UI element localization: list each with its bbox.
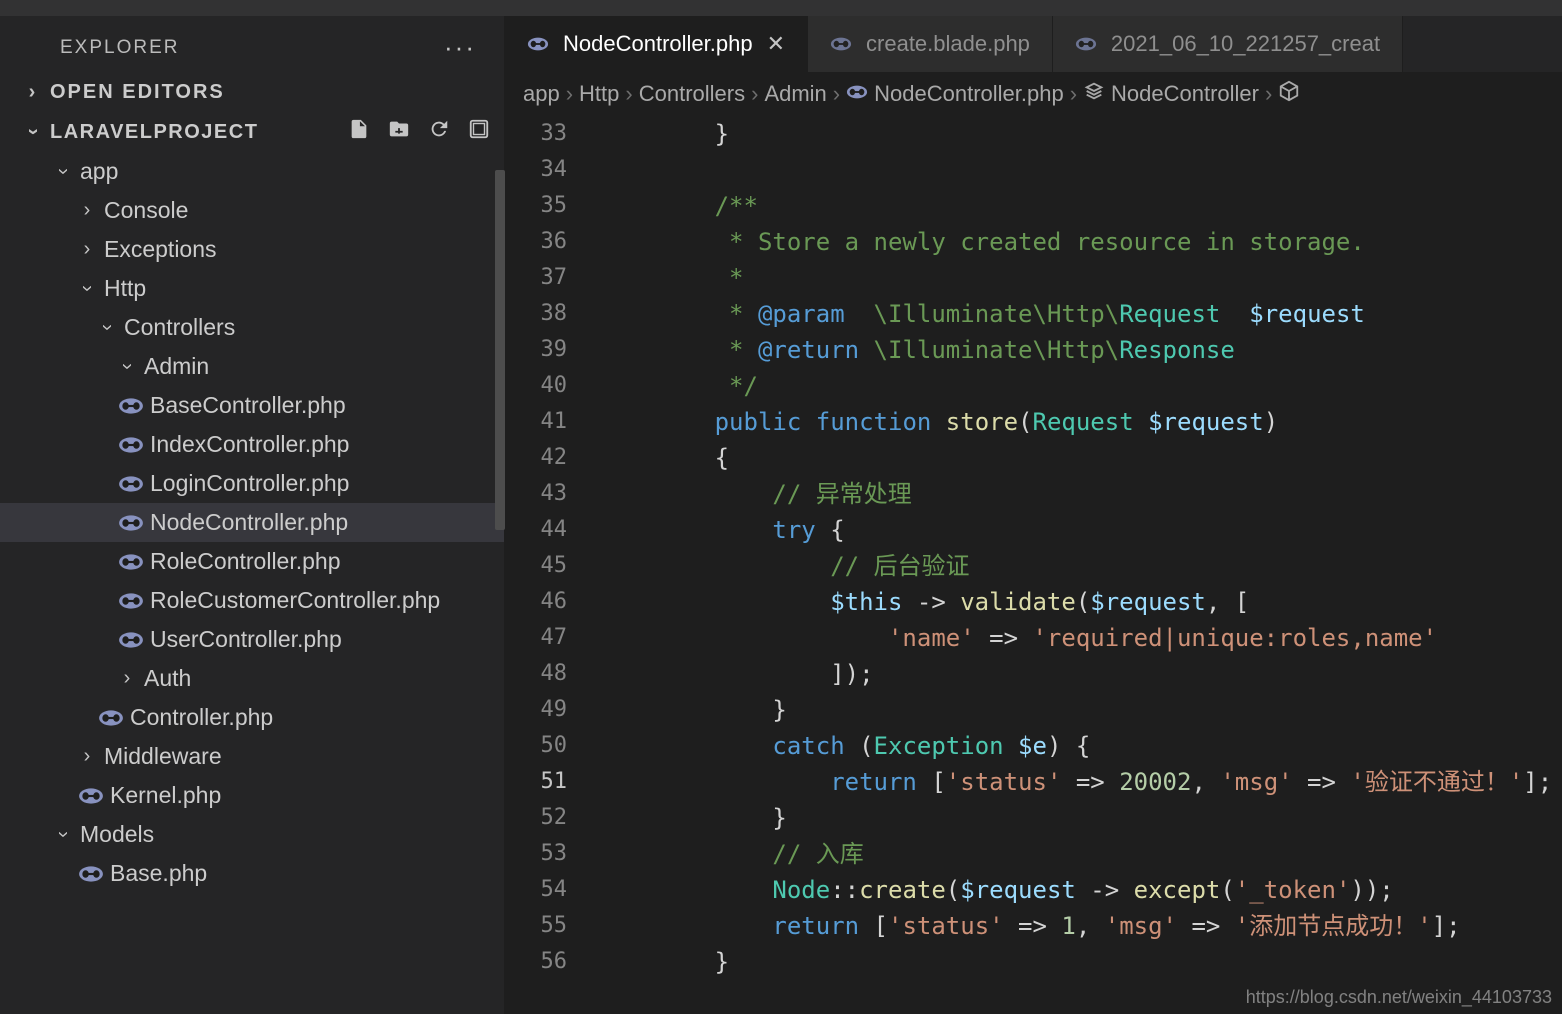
refresh-icon[interactable] xyxy=(428,118,450,146)
sidebar-scrollbar[interactable] xyxy=(495,170,505,530)
collapse-icon[interactable] xyxy=(468,118,490,146)
code-content[interactable]: } /** * Store a newly created resource i… xyxy=(597,116,1562,1014)
tab-nodecontroller[interactable]: NodeController.php ✕ xyxy=(505,16,808,72)
file-usercontroller[interactable]: UserController.php xyxy=(0,620,504,659)
tree-label: Kernel.php xyxy=(110,782,221,809)
php-icon xyxy=(78,864,104,884)
folder-auth[interactable]: › Auth xyxy=(0,659,504,698)
tree-label: UserController.php xyxy=(150,626,342,653)
file-basecontroller[interactable]: BaseController.php xyxy=(0,386,504,425)
breadcrumb-item[interactable]: NodeController.php xyxy=(874,81,1064,107)
php-icon xyxy=(118,630,144,650)
php-icon xyxy=(830,35,852,53)
tab-label: 2021_06_10_221257_creat xyxy=(1111,31,1380,57)
breadcrumb-item[interactable]: Http xyxy=(579,81,619,107)
file-rolecustomercontroller[interactable]: RoleCustomerController.php xyxy=(0,581,504,620)
breadcrumb-item[interactable]: app xyxy=(523,81,560,107)
file-base[interactable]: Base.php xyxy=(0,854,504,893)
breadcrumb-item[interactable]: Admin xyxy=(764,81,826,107)
open-editors-label: OPEN EDITORS xyxy=(50,81,225,104)
class-icon xyxy=(1083,80,1105,108)
explorer-sidebar: EXPLORER ··· › OPEN EDITORS › LARAVELPRO… xyxy=(0,16,505,1014)
tab-createblade[interactable]: create.blade.php xyxy=(808,16,1053,72)
php-icon xyxy=(118,435,144,455)
tree-label: IndexController.php xyxy=(150,431,349,458)
tree-label: NodeController.php xyxy=(150,509,348,536)
tree-label: LoginController.php xyxy=(150,470,349,497)
php-icon xyxy=(527,35,549,53)
tree-label: Middleware xyxy=(104,743,222,770)
folder-admin[interactable]: › Admin xyxy=(0,347,504,386)
folder-controllers[interactable]: › Controllers xyxy=(0,308,504,347)
chevron-down-icon: › xyxy=(96,319,119,337)
file-nodecontroller[interactable]: NodeController.php xyxy=(0,503,504,542)
watermark: https://blog.csdn.net/weixin_44103733 xyxy=(1246,987,1552,1008)
tree-label: app xyxy=(80,158,118,185)
folder-exceptions[interactable]: › Exceptions xyxy=(0,230,504,269)
tab-label: create.blade.php xyxy=(866,31,1030,57)
tree-label: Auth xyxy=(144,665,191,692)
tree-label: RoleController.php xyxy=(150,548,341,575)
php-icon xyxy=(118,513,144,533)
tab-migration[interactable]: 2021_06_10_221257_creat xyxy=(1053,16,1403,72)
tree-label: Models xyxy=(80,821,154,848)
chevron-down-icon: › xyxy=(52,163,75,181)
chevron-right-icon: › xyxy=(78,238,96,261)
tree-label: RoleCustomerController.php xyxy=(150,587,440,614)
chevron-down-icon: › xyxy=(116,358,139,376)
file-kernel[interactable]: Kernel.php xyxy=(0,776,504,815)
file-indexcontroller[interactable]: IndexController.php xyxy=(0,425,504,464)
tree-label: Controllers xyxy=(124,314,235,341)
php-icon xyxy=(98,708,124,728)
folder-app[interactable]: › app xyxy=(0,152,504,191)
chevron-right-icon: › xyxy=(118,667,136,690)
code-editor[interactable]: 3334353637383940414243444546474849505152… xyxy=(505,116,1562,1014)
breadcrumb[interactable]: app› Http› Controllers› Admin› NodeContr… xyxy=(505,72,1562,116)
project-name: LARAVELPROJECT xyxy=(50,121,258,144)
tree-label: Admin xyxy=(144,353,209,380)
titlebar xyxy=(0,0,1562,16)
chevron-down-icon: › xyxy=(52,826,75,844)
breadcrumb-item[interactable]: NodeController xyxy=(1111,81,1259,107)
folder-console[interactable]: › Console xyxy=(0,191,504,230)
php-icon xyxy=(118,591,144,611)
chevron-right-icon: › xyxy=(24,81,42,104)
file-logincontroller[interactable]: LoginController.php xyxy=(0,464,504,503)
breadcrumb-item[interactable]: Controllers xyxy=(639,81,745,107)
chevron-right-icon: › xyxy=(78,199,96,222)
file-controllerphp[interactable]: Controller.php xyxy=(0,698,504,737)
line-number-gutter: 3334353637383940414243444546474849505152… xyxy=(505,116,597,1014)
tab-label: NodeController.php xyxy=(563,31,753,57)
close-icon[interactable]: ✕ xyxy=(767,31,785,57)
php-icon xyxy=(118,474,144,494)
cube-icon xyxy=(1278,80,1300,108)
editor-tabs: NodeController.php ✕ create.blade.php 20… xyxy=(505,16,1562,72)
open-editors-section[interactable]: › OPEN EDITORS xyxy=(0,73,504,112)
php-icon xyxy=(1075,35,1097,53)
php-icon xyxy=(846,81,868,107)
chevron-down-icon: › xyxy=(22,123,45,141)
file-rolecontroller[interactable]: RoleController.php xyxy=(0,542,504,581)
tree-label: Http xyxy=(104,275,146,302)
tree-label: Base.php xyxy=(110,860,207,887)
php-icon xyxy=(78,786,104,806)
chevron-right-icon: › xyxy=(78,745,96,768)
tree-label: Exceptions xyxy=(104,236,217,263)
tree-label: Controller.php xyxy=(130,704,273,731)
tree-label: BaseController.php xyxy=(150,392,346,419)
folder-middleware[interactable]: › Middleware xyxy=(0,737,504,776)
explorer-title: EXPLORER xyxy=(60,37,179,59)
php-icon xyxy=(118,396,144,416)
project-header[interactable]: › LARAVELPROJECT xyxy=(0,112,504,152)
folder-models[interactable]: › Models xyxy=(0,815,504,854)
new-file-icon[interactable] xyxy=(348,118,370,146)
new-folder-icon[interactable] xyxy=(388,118,410,146)
tree-label: Console xyxy=(104,197,188,224)
chevron-down-icon: › xyxy=(76,280,99,298)
folder-http[interactable]: › Http xyxy=(0,269,504,308)
explorer-more-icon[interactable]: ··· xyxy=(444,32,480,63)
php-icon xyxy=(118,552,144,572)
